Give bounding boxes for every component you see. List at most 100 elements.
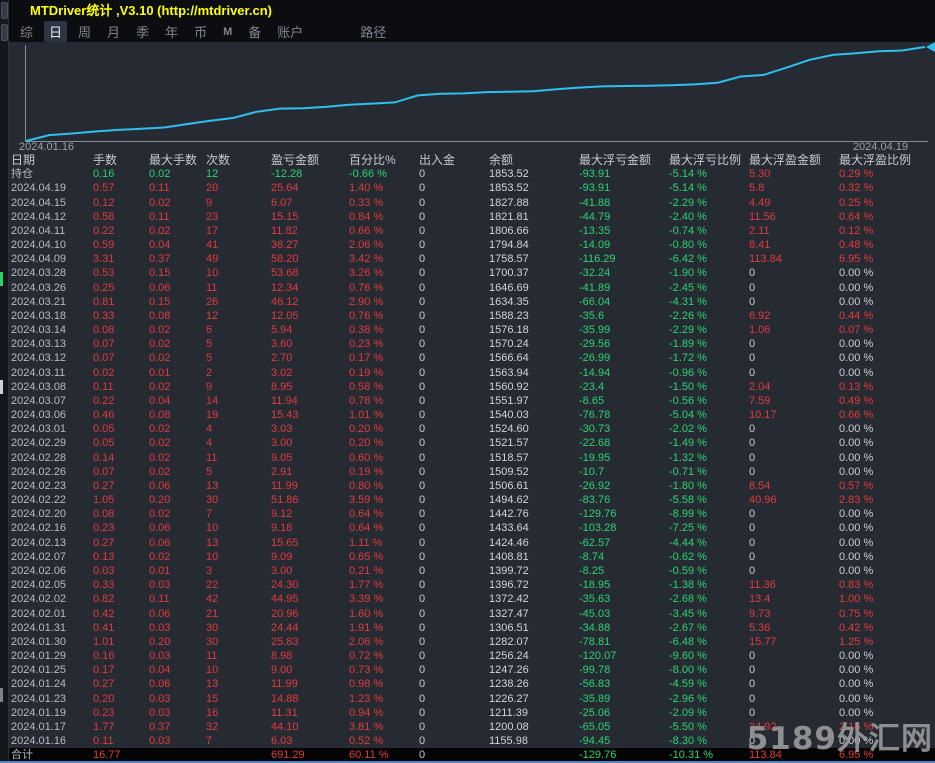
dock-tab-icon[interactable] <box>1 24 8 41</box>
table-cell: -8.30 % <box>669 734 749 748</box>
table-row[interactable]: 2024.02.070.130.02109.090.65 %01408.81-8… <box>9 550 935 564</box>
table-row[interactable]: 2024.04.120.580.112315.150.84 %01821.81-… <box>9 210 935 224</box>
table-row[interactable]: 2024.02.200.080.0279.120.64 %01442.76-12… <box>9 507 935 521</box>
table-row[interactable]: 2024.01.290.160.03118.980.72 %01256.24-1… <box>9 649 935 663</box>
menu-item-1[interactable]: 日 <box>44 21 67 42</box>
table-cell: 2024.03.26 <box>11 281 93 295</box>
table-cell: 12 <box>206 309 271 323</box>
table-row[interactable]: 2024.01.301.010.203025.832.06 %01282.07-… <box>9 635 935 649</box>
table-cell: -26.92 <box>579 479 669 493</box>
table-cell: 30 <box>206 493 271 507</box>
menu-item-6[interactable]: 币 <box>189 21 212 42</box>
menu-item-path[interactable]: 路径 <box>355 21 391 42</box>
table-row[interactable]: 2024.01.250.170.04109.000.73 %01247.26-9… <box>9 663 935 677</box>
table-row[interactable]: 2024.03.010.050.0243.030.20 %01524.60-30… <box>9 422 935 436</box>
table-cell: 0.33 % <box>349 196 419 210</box>
table-row[interactable]: 2024.02.290.050.0243.000.20 %01521.57-22… <box>9 436 935 450</box>
menu-item-9[interactable]: 账户 <box>272 21 308 42</box>
table-row[interactable]: 2024.03.180.330.081212.050.76 %01588.23-… <box>9 309 935 323</box>
table-cell: 0.00 % <box>839 677 935 691</box>
table-row[interactable]: 2024.01.240.270.061311.990.98 %01238.26-… <box>9 677 935 691</box>
table-cell: 7 <box>206 734 271 748</box>
table-row[interactable]: 2024.02.230.270.061311.990.80 %01506.61-… <box>9 479 935 493</box>
scroll-marker-gray <box>0 688 3 702</box>
table-cell: 13.4 <box>749 592 839 606</box>
table-row[interactable]: 2024.02.130.270.061315.651.11 %01424.46-… <box>9 536 935 550</box>
table-row[interactable]: 2024.04.093.310.374958.203.42 %01758.57-… <box>9 252 935 266</box>
menu-item-5[interactable]: 年 <box>160 21 183 42</box>
table-cell: 1.01 <box>93 635 149 649</box>
column-header: 日期 <box>11 153 93 167</box>
menu-item-4[interactable]: 季 <box>131 21 154 42</box>
table-cell: -1.38 % <box>669 578 749 592</box>
table-row[interactable]: 2024.01.230.200.031514.881.23 %01226.27-… <box>9 692 935 706</box>
table-row[interactable]: 2024.03.210.810.152646.122.90 %01634.35-… <box>9 295 935 309</box>
table-cell: 2024.01.24 <box>11 677 93 691</box>
table-row[interactable]: 2024.02.221.050.203051.863.59 %01494.62-… <box>9 493 935 507</box>
table-row[interactable]: 2024.03.080.110.0298.950.58 %01560.92-23… <box>9 380 935 394</box>
table-row[interactable]: 2024.02.160.230.06109.180.64 %01433.64-1… <box>9 521 935 535</box>
table-cell: 0 <box>749 649 839 663</box>
table-cell: 0.08 <box>149 408 206 422</box>
table-cell: -120.07 <box>579 649 669 663</box>
table-cell: -23.4 <box>579 380 669 394</box>
equity-curve-svg <box>9 42 935 153</box>
table-cell: 0.65 % <box>349 550 419 564</box>
table-row[interactable]: 2024.04.150.120.0296.070.33 %01827.88-41… <box>9 196 935 210</box>
table-cell: -35.6 <box>579 309 669 323</box>
table-row[interactable]: 2024.04.100.590.044136.272.06 %01794.84-… <box>9 238 935 252</box>
table-row[interactable]: 2024.03.060.460.081915.431.01 %01540.03-… <box>9 408 935 422</box>
table-row[interactable]: 2024.04.110.220.021711.820.66 %01806.66-… <box>9 224 935 238</box>
table-row[interactable]: 2024.03.260.250.061112.340.76 %01646.69-… <box>9 281 935 295</box>
table-cell: 2024.03.11 <box>11 366 93 380</box>
table-cell: 0 <box>419 479 489 493</box>
table-cell: 25.83 <box>271 635 349 649</box>
table-cell: 11.36 <box>749 578 839 592</box>
table-row[interactable]: 2024.03.070.220.041411.940.78 %01551.97-… <box>9 394 935 408</box>
table-cell: 12 <box>206 167 271 181</box>
menu-item-2[interactable]: 周 <box>73 21 96 42</box>
position-row[interactable]: 持仓0.160.0212-12.28-0.66 %01853.52-93.91-… <box>9 167 935 181</box>
table-cell: 0.02 <box>149 351 206 365</box>
table-cell: 0 <box>749 677 839 691</box>
table-cell: 5.94 <box>271 323 349 337</box>
menu-item-0[interactable]: 综 <box>15 21 38 42</box>
table-cell: 0.00 % <box>839 536 935 550</box>
table-cell: 0.46 <box>93 408 149 422</box>
table-cell: 0 <box>749 465 839 479</box>
table-row[interactable]: 2024.02.260.070.0252.910.19 %01509.52-10… <box>9 465 935 479</box>
table-cell: -8.25 <box>579 564 669 578</box>
menu-item-3[interactable]: 月 <box>102 21 125 42</box>
table-row[interactable]: 2024.03.120.070.0252.700.17 %01566.64-26… <box>9 351 935 365</box>
table-cell: 0.23 <box>93 706 149 720</box>
table-row[interactable]: 2024.02.050.330.032224.301.77 %01396.72-… <box>9 578 935 592</box>
table-cell: 0.76 % <box>349 309 419 323</box>
table-cell: 3.02 <box>271 366 349 380</box>
table-cell: 0.08 <box>149 309 206 323</box>
table-row[interactable]: 2024.03.110.020.0123.020.19 %01563.94-14… <box>9 366 935 380</box>
column-header: 余额 <box>489 153 579 167</box>
menu-item-7[interactable]: M <box>218 25 237 39</box>
table-cell: 9.00 <box>271 663 349 677</box>
table-cell: 5 <box>206 351 271 365</box>
table-row[interactable]: 2024.02.010.420.062120.961.60 %01327.47-… <box>9 607 935 621</box>
statistics-table: 日期手数最大手数次数盈亏金额百分比%出入金余额最大浮亏金额最大浮亏比例最大浮盈金… <box>9 153 935 763</box>
table-row[interactable]: 2024.03.140.080.0265.940.38 %01576.18-35… <box>9 323 935 337</box>
table-cell: 0 <box>749 266 839 280</box>
dock-tab-icon[interactable] <box>1 2 8 19</box>
table-row[interactable]: 2024.01.310.410.033024.441.91 %01306.51-… <box>9 621 935 635</box>
table-cell: 0.07 <box>93 465 149 479</box>
table-row[interactable]: 2024.02.060.030.0133.000.21 %01399.72-8.… <box>9 564 935 578</box>
table-row[interactable]: 2024.03.130.070.0253.600.23 %01570.24-29… <box>9 337 935 351</box>
table-cell: 0 <box>419 167 489 181</box>
table-row[interactable]: 2024.03.280.530.151053.683.26 %01700.37-… <box>9 266 935 280</box>
table-cell: 0.00 % <box>839 366 935 380</box>
table-cell: -34.88 <box>579 621 669 635</box>
table-cell: 0.15 <box>149 295 206 309</box>
table-row[interactable]: 2024.04.190.570.112025.641.40 %01853.52-… <box>9 181 935 195</box>
table-row[interactable]: 2024.02.280.140.02119.050.60 %01518.57-1… <box>9 451 935 465</box>
table-cell: -35.99 <box>579 323 669 337</box>
table-cell: 0.05 <box>93 422 149 436</box>
menu-item-8[interactable]: 备 <box>243 21 266 42</box>
table-row[interactable]: 2024.02.020.820.114244.953.39 %01372.42-… <box>9 592 935 606</box>
